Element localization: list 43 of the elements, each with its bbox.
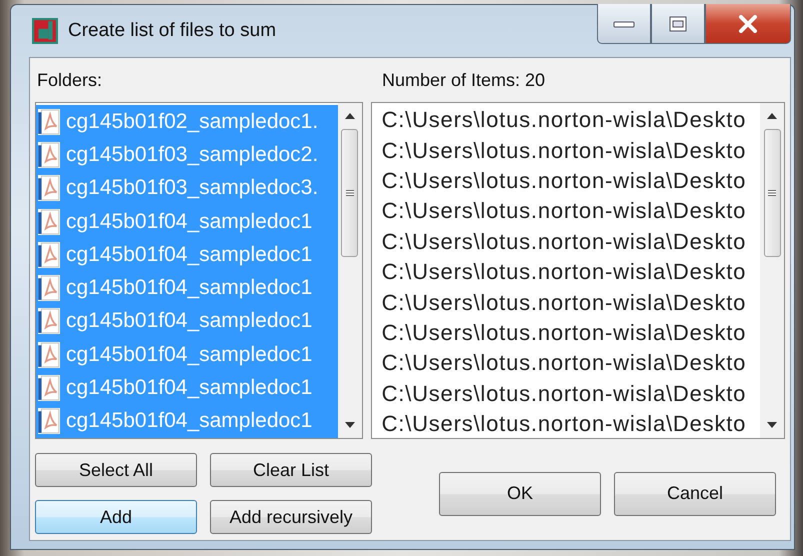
file-list-item[interactable]: C:\Users\lotus.norton-wisla\Deskto <box>372 287 760 318</box>
maximize-button[interactable] <box>651 4 705 44</box>
pdf-file-icon <box>38 108 60 135</box>
scrollbar[interactable] <box>338 103 362 438</box>
list-action-button[interactable]: Select All <box>35 453 197 487</box>
pdf-file-icon <box>38 342 60 368</box>
close-icon <box>737 14 759 32</box>
window-title: Create list of files to sum <box>68 20 278 42</box>
file-list-item[interactable]: C:\Users\lotus.norton-wisla\Deskto <box>372 408 760 438</box>
folders-label: Folders: <box>36 70 104 90</box>
list-action-button[interactable]: Add recursively <box>210 500 372 534</box>
scroll-thumb[interactable] <box>764 129 780 257</box>
app-icon <box>32 18 58 44</box>
minimize-icon <box>613 18 635 28</box>
maximize-icon <box>669 16 687 32</box>
file-list-item[interactable]: C:\Users\lotus.norton-wisla\Deskto <box>372 105 760 136</box>
pdf-file-icon <box>38 175 60 202</box>
file-list-item[interactable]: C:\Users\lotus.norton-wisla\Deskto <box>372 348 760 379</box>
pdf-file-icon <box>38 408 60 434</box>
file-list-item[interactable]: C:\Users\lotus.norton-wisla\Deskto <box>372 196 760 227</box>
minimize-button[interactable] <box>597 4 651 44</box>
pdf-file-icon <box>38 275 60 302</box>
grip-icon <box>346 190 354 196</box>
file-list-item[interactable]: C:\Users\lotus.norton-wisla\Deskto <box>372 378 760 409</box>
file-list-item[interactable]: C:\Users\lotus.norton-wisla\Deskto <box>372 256 760 288</box>
item-count-label: Number of Items: 20 <box>382 70 546 90</box>
pdf-file-icon <box>38 242 60 268</box>
list-action-button[interactable]: Add <box>35 500 197 534</box>
dialog-button[interactable]: Cancel <box>614 472 776 516</box>
dialog-button[interactable]: OK <box>439 472 601 516</box>
file-list-item[interactable]: C:\Users\lotus.norton-wisla\Deskto <box>372 318 760 348</box>
file-list-item[interactable]: C:\Users\lotus.norton-wisla\Deskto <box>372 135 760 166</box>
pdf-file-icon <box>38 375 60 402</box>
close-button[interactable] <box>705 4 791 44</box>
list-action-button[interactable]: Clear List <box>210 453 372 487</box>
file-list-item[interactable]: C:\Users\lotus.norton-wisla\Deskto <box>372 226 760 257</box>
file-list-item[interactable]: C:\Users\lotus.norton-wisla\Deskto <box>372 166 760 196</box>
pdf-file-icon <box>38 208 60 235</box>
pdf-file-icon <box>38 308 60 334</box>
scrollbar[interactable] <box>760 103 784 438</box>
grip-icon <box>768 190 776 196</box>
scroll-thumb[interactable] <box>341 129 358 257</box>
pdf-file-icon <box>38 142 60 168</box>
